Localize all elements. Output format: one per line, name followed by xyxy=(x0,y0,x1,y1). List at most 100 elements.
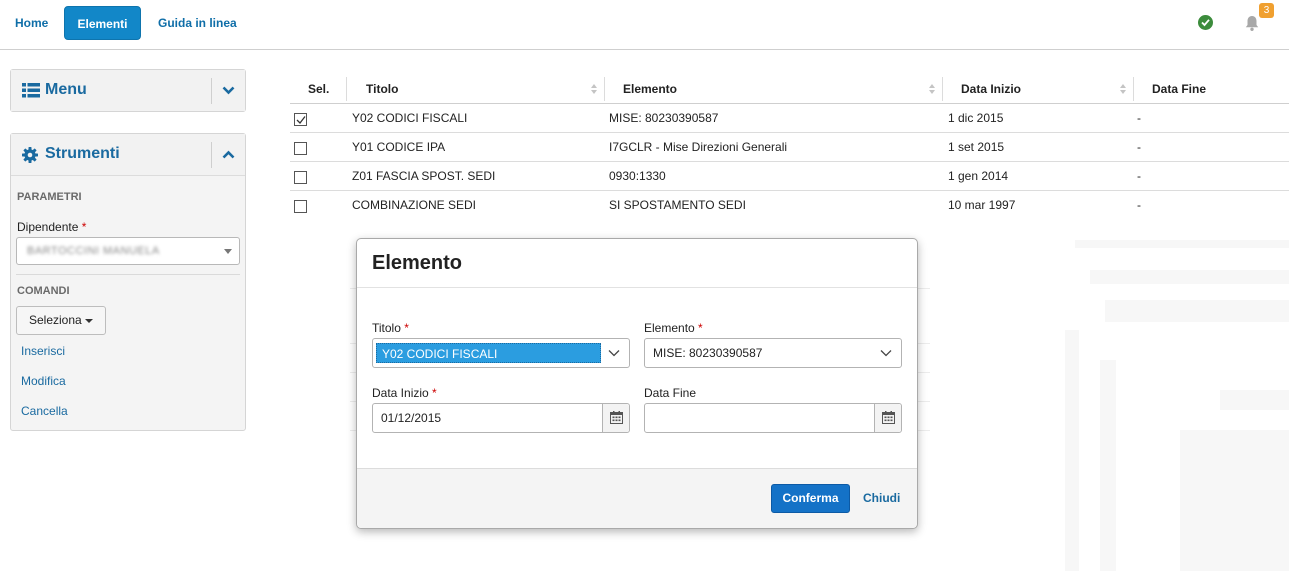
caret-down-icon xyxy=(85,319,93,323)
menu-panel-title: Menu xyxy=(45,81,87,98)
cell-titolo: Y02 CODICI FISCALI xyxy=(352,111,468,125)
tools-panel: Strumenti PARAMETRI Dipendente * BARTOCC… xyxy=(10,133,246,431)
cell-elemento: 0930:1330 xyxy=(609,169,666,183)
tools-panel-header[interactable]: Strumenti xyxy=(11,134,245,176)
data-fine-label: Data Fine xyxy=(644,386,697,400)
column-header-titolo[interactable]: Titolo xyxy=(366,74,398,104)
column-separator xyxy=(604,77,605,101)
cell-data-fine: - xyxy=(1137,198,1141,212)
column-header-elemento[interactable]: Elemento xyxy=(623,74,677,104)
modal-header-divider xyxy=(357,287,917,288)
background-watermark xyxy=(1180,430,1289,571)
bell-icon[interactable] xyxy=(1243,14,1261,32)
chevron-down-icon xyxy=(880,350,892,357)
elemento-modal: Elemento Titolo * Y02 CODICI FISCALI Ele… xyxy=(356,238,918,529)
titolo-label-text: Titolo xyxy=(372,321,401,335)
required-mark: * xyxy=(81,220,87,234)
calendar-icon xyxy=(610,411,623,424)
cell-elemento: SI SPOSTAMENTO SEDI xyxy=(609,198,746,212)
column-separator xyxy=(346,77,347,101)
column-header-data-fine[interactable]: Data Fine xyxy=(1152,74,1206,104)
column-header-sel[interactable]: Sel. xyxy=(308,74,329,104)
elemento-select[interactable]: MISE: 80230390587 xyxy=(644,338,902,368)
table-row[interactable]: Z01 FASCIA SPOST. SEDI 0930:1330 1 gen 2… xyxy=(290,162,1289,191)
background-watermark xyxy=(1220,390,1289,410)
tools-panel-title: Strumenti xyxy=(45,145,120,162)
check-circle-icon[interactable] xyxy=(1198,15,1213,30)
cell-data-fine: - xyxy=(1137,169,1141,183)
conferma-button[interactable]: Conferma xyxy=(771,484,850,513)
seleziona-dropdown-button[interactable]: Seleziona xyxy=(16,306,106,335)
chevron-up-icon xyxy=(222,150,235,159)
menu-toggle-button[interactable] xyxy=(211,78,245,104)
elemento-select-value: MISE: 80230390587 xyxy=(653,346,763,360)
data-inizio-label-text: Data Inizio xyxy=(372,386,429,400)
data-inizio-label: Data Inizio * xyxy=(372,386,437,400)
dipendente-value: BARTOCCINI MANUELA xyxy=(27,245,160,257)
data-inizio-calendar-button[interactable] xyxy=(602,404,629,432)
row-checkbox[interactable] xyxy=(294,171,307,184)
cell-data-fine: - xyxy=(1137,140,1141,154)
modal-title: Elemento xyxy=(372,252,463,274)
inserisci-link[interactable]: Inserisci xyxy=(21,344,65,358)
background-watermark xyxy=(1100,360,1116,571)
cell-titolo: Y01 CODICE IPA xyxy=(352,140,446,154)
column-separator xyxy=(1133,77,1134,101)
table-row[interactable]: Y01 CODICE IPA I7GCLR - Mise Direzioni G… xyxy=(290,133,1289,162)
nav-home[interactable]: Home xyxy=(1,6,62,40)
cell-data-fine: - xyxy=(1137,111,1141,125)
background-watermark xyxy=(1105,300,1289,322)
nav-elementi[interactable]: Elementi xyxy=(64,6,141,40)
table-header: Sel. Titolo Elemento Data Inizio Data Fi… xyxy=(290,74,1289,104)
titolo-label: Titolo * xyxy=(372,321,409,335)
cancella-link[interactable]: Cancella xyxy=(21,404,68,418)
gear-icon xyxy=(22,147,38,163)
elemento-label: Elemento * xyxy=(644,321,703,335)
titolo-select[interactable]: Y02 CODICI FISCALI xyxy=(372,338,630,368)
cell-titolo: COMBINAZIONE SEDI xyxy=(352,198,477,212)
menu-panel-header[interactable]: Menu xyxy=(11,70,245,111)
elemento-label-text: Elemento xyxy=(644,321,695,335)
sort-icon[interactable] xyxy=(1120,84,1127,95)
tools-toggle-button[interactable] xyxy=(211,142,245,168)
table-row[interactable]: Y02 CODICI FISCALI MISE: 80230390587 1 d… xyxy=(290,104,1289,133)
column-separator xyxy=(942,77,943,101)
data-fine-calendar-button[interactable] xyxy=(874,404,901,432)
row-checkbox[interactable] xyxy=(294,113,307,126)
divider xyxy=(16,274,240,275)
modifica-link[interactable]: Modifica xyxy=(21,374,66,388)
cell-data-inizio: 10 mar 1997 xyxy=(948,198,1016,212)
modal-footer: Conferma Chiudi xyxy=(357,468,917,528)
caret-down-icon xyxy=(224,249,232,254)
required-mark: * xyxy=(698,321,703,335)
parametri-section-label: PARAMETRI xyxy=(17,191,82,203)
data-inizio-input[interactable]: 01/12/2015 xyxy=(372,403,630,433)
cell-elemento: MISE: 80230390587 xyxy=(609,111,719,125)
data-fine-input[interactable] xyxy=(644,403,902,433)
required-mark: * xyxy=(404,321,409,335)
column-header-data-inizio[interactable]: Data Inizio xyxy=(961,74,1021,104)
row-checkbox[interactable] xyxy=(294,200,307,213)
chiudi-button[interactable]: Chiudi xyxy=(863,491,900,505)
cell-data-inizio: 1 dic 2015 xyxy=(948,111,1004,125)
sort-icon[interactable] xyxy=(591,84,598,95)
seleziona-label: Seleziona xyxy=(29,313,82,327)
dipendente-label: Dipendente * xyxy=(17,220,86,234)
background-watermark xyxy=(1090,270,1289,284)
row-checkbox[interactable] xyxy=(294,142,307,155)
table-row[interactable]: COMBINAZIONE SEDI SI SPOSTAMENTO SEDI 10… xyxy=(290,191,1289,220)
nav-guida-in-linea[interactable]: Guida in linea xyxy=(144,6,251,40)
notification-badge: 3 xyxy=(1259,3,1274,18)
list-icon xyxy=(22,83,40,98)
top-navbar: Home Elementi Guida in linea 3 xyxy=(0,0,1289,50)
cell-data-inizio: 1 set 2015 xyxy=(948,140,1005,154)
sort-icon[interactable] xyxy=(929,84,936,95)
dipendente-label-text: Dipendente xyxy=(17,220,79,234)
cell-elemento: I7GCLR - Mise Direzioni Generali xyxy=(609,140,788,154)
titolo-select-value: Y02 CODICI FISCALI xyxy=(376,343,601,363)
background-watermark xyxy=(1075,240,1289,248)
chevron-down-icon xyxy=(608,350,620,357)
cell-titolo: Z01 FASCIA SPOST. SEDI xyxy=(352,169,496,183)
check-icon xyxy=(296,116,306,124)
dipendente-select[interactable]: BARTOCCINI MANUELA xyxy=(16,237,240,265)
